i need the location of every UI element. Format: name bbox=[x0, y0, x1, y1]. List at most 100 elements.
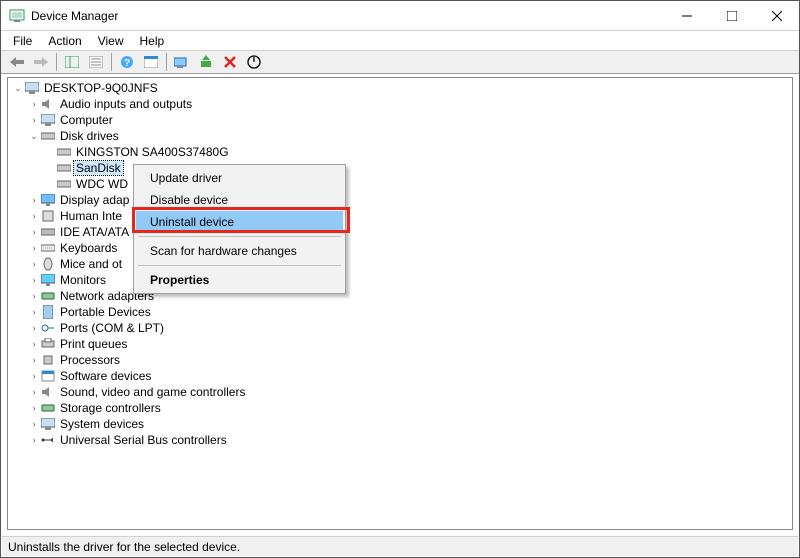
tree-category-disk[interactable]: ⌄ Disk drives bbox=[8, 128, 792, 144]
tree-category[interactable]: › System devices bbox=[8, 416, 792, 432]
menu-separator bbox=[138, 236, 341, 237]
uninstall-button[interactable] bbox=[219, 52, 241, 72]
menu-view[interactable]: View bbox=[90, 33, 132, 49]
tree-category[interactable]: › Print queues bbox=[8, 336, 792, 352]
expand-icon[interactable]: › bbox=[28, 115, 40, 125]
properties-button[interactable] bbox=[85, 52, 107, 72]
tree-label: Mice and ot bbox=[58, 257, 124, 271]
help-button[interactable]: ? bbox=[116, 52, 138, 72]
tree-label: IDE ATA/ATA bbox=[58, 225, 131, 239]
close-button[interactable] bbox=[754, 1, 799, 30]
expand-icon[interactable]: › bbox=[28, 195, 40, 205]
tree-category[interactable]: › Mice and ot bbox=[8, 256, 792, 272]
context-disable-device[interactable]: Disable device bbox=[136, 189, 343, 211]
collapse-icon[interactable]: ⌄ bbox=[28, 131, 40, 142]
audio-icon bbox=[40, 96, 56, 112]
action-button[interactable] bbox=[140, 52, 162, 72]
tree-category[interactable]: › Storage controllers bbox=[8, 400, 792, 416]
maximize-button[interactable] bbox=[709, 1, 754, 30]
tree-category[interactable]: ›Audio inputs and outputs bbox=[8, 96, 792, 112]
display-icon bbox=[40, 192, 56, 208]
port-icon bbox=[40, 320, 56, 336]
show-hide-console-button[interactable] bbox=[61, 52, 83, 72]
expand-icon[interactable]: › bbox=[28, 371, 40, 381]
tree-label: Software devices bbox=[58, 369, 153, 383]
expand-icon[interactable]: › bbox=[28, 259, 40, 269]
menu-help[interactable]: Help bbox=[132, 33, 173, 49]
expand-icon[interactable]: › bbox=[28, 275, 40, 285]
expand-icon[interactable]: › bbox=[28, 403, 40, 413]
context-properties[interactable]: Properties bbox=[136, 269, 343, 291]
tree-label: Sound, video and game controllers bbox=[58, 385, 247, 399]
tree-root[interactable]: ⌄ DESKTOP-9Q0JNFS bbox=[8, 80, 792, 96]
expand-icon[interactable]: › bbox=[28, 339, 40, 349]
back-button[interactable] bbox=[6, 52, 28, 72]
forward-button[interactable] bbox=[30, 52, 52, 72]
menu-file[interactable]: File bbox=[5, 33, 40, 49]
context-scan-hardware[interactable]: Scan for hardware changes bbox=[136, 240, 343, 262]
tree-category[interactable]: › Processors bbox=[8, 352, 792, 368]
tree-category[interactable]: › Monitors bbox=[8, 272, 792, 288]
status-bar: Uninstalls the driver for the selected d… bbox=[2, 536, 798, 556]
expand-icon[interactable]: › bbox=[28, 99, 40, 109]
tree-category[interactable]: ›Human Inte bbox=[8, 208, 792, 224]
expand-icon[interactable]: › bbox=[28, 307, 40, 317]
tree-category[interactable]: ›Universal Serial Bus controllers bbox=[8, 432, 792, 448]
minimize-button[interactable] bbox=[664, 1, 709, 30]
tree-category[interactable]: › Ports (COM & LPT) bbox=[8, 320, 792, 336]
monitor-icon bbox=[40, 272, 56, 288]
network-icon bbox=[40, 288, 56, 304]
device-tree-container: ⌄ DESKTOP-9Q0JNFS ›Audio inputs and outp… bbox=[7, 77, 793, 530]
titlebar: Device Manager bbox=[1, 1, 799, 31]
menu-item-label: Update driver bbox=[150, 171, 222, 185]
expand-icon[interactable]: › bbox=[28, 323, 40, 333]
context-update-driver[interactable]: Update driver bbox=[136, 167, 343, 189]
expand-icon[interactable]: › bbox=[28, 243, 40, 253]
tree-label: Computer bbox=[58, 113, 115, 127]
device-tree[interactable]: ⌄ DESKTOP-9Q0JNFS ›Audio inputs and outp… bbox=[8, 78, 792, 450]
update-driver-button[interactable] bbox=[195, 52, 217, 72]
expand-icon[interactable]: › bbox=[28, 387, 40, 397]
tree-device[interactable]: KINGSTON SA400S37480G bbox=[8, 144, 792, 160]
tree-label: Monitors bbox=[58, 273, 108, 287]
tree-label: Ports (COM & LPT) bbox=[58, 321, 166, 335]
tree-category[interactable]: › IDE ATA/ATA bbox=[8, 224, 792, 240]
tree-category[interactable]: › Sound, video and game controllers bbox=[8, 384, 792, 400]
tree-category[interactable]: ›Keyboards bbox=[8, 240, 792, 256]
expand-icon[interactable]: › bbox=[28, 211, 40, 221]
tree-category[interactable]: ›Display adap bbox=[8, 192, 792, 208]
sound-icon bbox=[40, 384, 56, 400]
expand-icon[interactable]: ⌄ bbox=[12, 83, 24, 94]
tree-device[interactable]: WDC WD bbox=[8, 176, 792, 192]
mouse-icon bbox=[40, 256, 56, 272]
menu-action[interactable]: Action bbox=[40, 33, 89, 49]
scan-hardware-button[interactable] bbox=[171, 52, 193, 72]
menu-item-label: Uninstall device bbox=[150, 215, 234, 229]
menu-separator bbox=[138, 265, 341, 266]
expand-icon[interactable]: › bbox=[28, 227, 40, 237]
tree-category[interactable]: ›Portable Devices bbox=[8, 304, 792, 320]
context-menu: Update driver Disable device Uninstall d… bbox=[133, 164, 346, 294]
tree-label: Processors bbox=[58, 353, 122, 367]
tree-label: Disk drives bbox=[58, 129, 121, 143]
menu-item-label: Disable device bbox=[150, 193, 228, 207]
menubar: File Action View Help bbox=[1, 31, 799, 50]
computer-icon bbox=[24, 80, 40, 96]
tree-device-selected[interactable]: SanDisk bbox=[8, 160, 792, 176]
expand-icon[interactable]: › bbox=[28, 419, 40, 429]
tree-category[interactable]: › Computer bbox=[8, 112, 792, 128]
app-icon bbox=[9, 8, 25, 24]
tree-label: Storage controllers bbox=[58, 401, 163, 415]
tree-label: System devices bbox=[58, 417, 146, 431]
window-title: Device Manager bbox=[31, 9, 664, 23]
context-uninstall-device[interactable]: Uninstall device bbox=[136, 211, 343, 233]
expand-icon[interactable]: › bbox=[28, 435, 40, 445]
tree-label: Print queues bbox=[58, 337, 129, 351]
tree-category[interactable]: › Software devices bbox=[8, 368, 792, 384]
expand-icon[interactable]: › bbox=[28, 355, 40, 365]
expand-icon[interactable]: › bbox=[28, 291, 40, 301]
disable-button[interactable] bbox=[243, 52, 265, 72]
portable-icon bbox=[40, 304, 56, 320]
disk-icon bbox=[56, 144, 72, 160]
tree-category[interactable]: ›Network adapters bbox=[8, 288, 792, 304]
